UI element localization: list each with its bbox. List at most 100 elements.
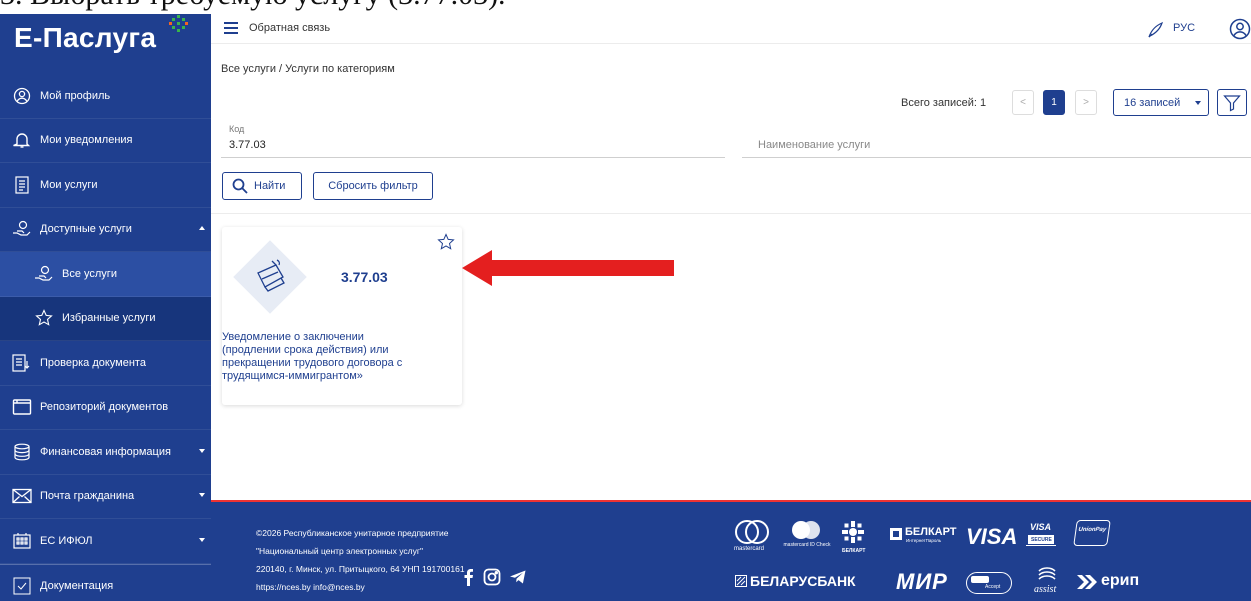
menu-icon[interactable]: [224, 22, 238, 34]
checkbox-icon: [12, 576, 32, 596]
find-button-label: Найти: [254, 180, 286, 192]
pagination-prev-button[interactable]: <: [1012, 90, 1034, 115]
code-field[interactable]: Код 3.77.03: [221, 124, 725, 158]
sidebar-item-profile[interactable]: Мой профиль: [0, 74, 211, 119]
mir-label: МИР: [896, 569, 948, 594]
service-description-line: Уведомление о заключении: [222, 331, 364, 343]
building-registry-icon: [12, 531, 32, 551]
sidebar-item-all-services[interactable]: Все услуги: [0, 252, 211, 297]
sidebar-item-label: Избранные услуги: [62, 312, 156, 325]
pagination-page-1[interactable]: 1: [1043, 90, 1065, 115]
social-links: [461, 568, 527, 586]
document-step-text: 3. Выбрать требуемую услугу (3.77.03).: [0, 0, 506, 12]
sidebar-item-document-check[interactable]: Проверка документа: [0, 341, 211, 386]
envelope-icon: [12, 486, 32, 506]
per-page-select[interactable]: 16 записей: [1113, 89, 1209, 116]
star-icon: [34, 308, 54, 328]
belkart-sub-label: ИнтернетПароль: [906, 538, 942, 543]
facebook-icon[interactable]: [461, 568, 475, 586]
app-logo[interactable]: Е-Пaслуга: [14, 22, 156, 54]
reset-filter-button[interactable]: Сбросить фильтр: [313, 172, 433, 200]
footer-line: ©2026 Республиканское унитарное предприя…: [256, 528, 449, 538]
sidebar-item-label: Почта гражданина: [40, 490, 135, 503]
sidebar-item-documentation[interactable]: Документация: [0, 563, 211, 601]
erip-label: ерип: [1101, 572, 1140, 589]
chevron-up-icon: [199, 226, 205, 231]
sidebar-item-label: Репозиторий документов: [40, 401, 169, 414]
mir-accept-label: Accept: [985, 584, 1001, 590]
service-name-field[interactable]: Наименование услуги: [742, 124, 1251, 158]
chevron-down-icon: [1195, 101, 1201, 105]
chevron-down-icon: [199, 448, 205, 453]
document-text-fragment: 3. Выбрать требуемую услугу (3.77.03).: [0, 0, 1251, 14]
user-circle-icon: [12, 86, 32, 106]
search-icon: [232, 178, 248, 194]
sidebar-item-label: Мои уведомления: [40, 134, 133, 147]
divider: [211, 213, 1251, 214]
belkart-label: БЕЛКАРТ: [905, 526, 957, 538]
sidebar-nav: Мой профиль Мои уведомления Мои услуги Д…: [0, 74, 211, 601]
assist-label: assist: [1034, 584, 1057, 595]
belkart-small-label: БЕЛКАРТ: [842, 548, 866, 554]
pen-icon[interactable]: [1145, 19, 1167, 41]
language-switch[interactable]: РУС: [1173, 22, 1195, 34]
belarusbank-emblem-icon: [735, 575, 747, 587]
feedback-link[interactable]: Обратная связь: [249, 22, 330, 34]
chevron-down-icon: [199, 537, 205, 542]
footer-line: "Национальный центр электронных услуг": [256, 546, 423, 556]
footer-info: ©2026 Республиканское унитарное предприя…: [256, 524, 465, 596]
sidebar-item-label: Документация: [40, 579, 114, 592]
per-page-value: 16 записей: [1124, 96, 1181, 109]
service-description-line: трудящимся-иммигрантом»: [222, 370, 363, 382]
funnel-icon: [1223, 94, 1241, 111]
unionpay-label: UnionPay: [1078, 527, 1107, 533]
document-check-icon: [12, 353, 32, 373]
mastercard-logo-icon: [735, 520, 769, 544]
breadcrumb[interactable]: Все услуги / Услуги по категориям: [221, 63, 395, 75]
sidebar: Е-Пaслуга Мой профиль Мои уведомления Мо…: [0, 0, 211, 601]
sidebar-item-notifications[interactable]: Мои уведомления: [0, 119, 211, 163]
filter-button[interactable]: [1217, 89, 1247, 116]
find-button[interactable]: Найти: [222, 172, 302, 200]
bell-icon: [12, 130, 32, 150]
belkart-square-icon: [890, 528, 902, 540]
favorite-star-icon[interactable]: [437, 233, 455, 251]
visa-secure-top: VISA: [1030, 522, 1052, 532]
sidebar-item-citizen-mail[interactable]: Почта гражданина: [0, 475, 211, 519]
sidebar-item-financial-info[interactable]: Финансовая информация: [0, 430, 211, 475]
sidebar-item-favorite-services[interactable]: Избранные услуги: [0, 296, 211, 341]
footer-line: 220140, г. Минск, ул. Притыцкого, 64 УНП…: [256, 564, 465, 574]
sidebar-item-label: Мой профиль: [40, 89, 111, 102]
telegram-icon[interactable]: [509, 568, 527, 586]
hand-coin-icon: [34, 264, 54, 284]
service-card[interactable]: 3.77.03 Уведомление о заключении (продле…: [222, 227, 462, 405]
service-description-line: прекращении трудового договора с: [222, 357, 403, 369]
pagination-next-button[interactable]: >: [1075, 90, 1097, 115]
folder-icon: [12, 397, 32, 417]
sidebar-item-my-services[interactable]: Мои услуги: [0, 163, 211, 208]
database-icon: [12, 442, 32, 462]
code-field-value[interactable]: 3.77.03: [229, 139, 266, 151]
total-records: Всего записей: 1: [901, 97, 987, 109]
wallet-service-icon: [233, 240, 307, 314]
service-description-line: (продлении срока действия) или: [222, 344, 389, 356]
belkart-emblem-icon: [842, 521, 864, 543]
sidebar-item-label: Финансовая информация: [40, 445, 171, 458]
footer: ©2026 Республиканское унитарное предприя…: [211, 500, 1251, 601]
logo-mark-icon: [169, 15, 188, 32]
service-code[interactable]: 3.77.03: [341, 269, 388, 285]
sidebar-item-label: Доступные услуги: [40, 223, 132, 236]
sidebar-item-document-repository[interactable]: Репозиторий документов: [0, 386, 211, 430]
sidebar-item-es-ifyul[interactable]: ЕС ИФЮЛ: [0, 519, 211, 564]
sidebar-item-available-services[interactable]: Доступные услуги: [0, 208, 211, 252]
page: 3. Выбрать требуемую услугу (3.77.03). Е…: [0, 0, 1251, 601]
instagram-icon[interactable]: [483, 568, 501, 586]
user-account-icon[interactable]: [1229, 18, 1251, 40]
payment-logos: mastercard mastercard ID Check БЕЛКАРТ Б…: [726, 520, 1246, 600]
chevron-down-icon: [199, 493, 205, 498]
footer-line[interactable]: https://nces.by info@nces.by: [256, 578, 465, 596]
sidebar-item-label: Проверка документа: [40, 356, 146, 369]
erip-chevron-icon: [1077, 575, 1097, 589]
service-name-placeholder[interactable]: Наименование услуги: [758, 139, 870, 151]
visa-label: VISA: [966, 524, 1018, 549]
